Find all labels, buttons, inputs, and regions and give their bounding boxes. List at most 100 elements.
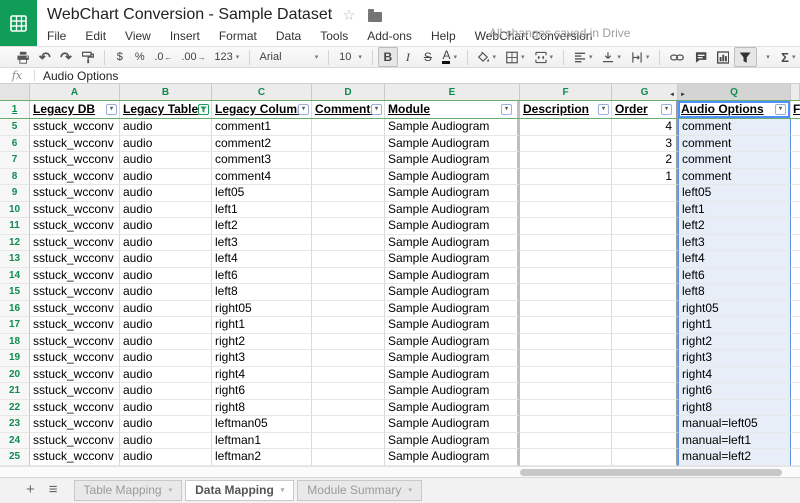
cell-description[interactable] <box>520 284 612 301</box>
cell-module[interactable]: Sample Audiogram <box>385 301 520 318</box>
cell-order[interactable] <box>612 416 678 433</box>
row-number[interactable]: 10 <box>0 202 30 219</box>
cell-audio-options[interactable]: right05 <box>678 301 791 318</box>
increase-decimal-button[interactable]: .00→ <box>177 47 210 67</box>
cell-partial[interactable] <box>791 433 800 450</box>
cell-legacy-db[interactable]: sstuck_wcconv <box>30 119 120 136</box>
cell-legacy-table[interactable]: audio <box>120 251 212 268</box>
formula-input[interactable]: Audio Options <box>35 69 800 83</box>
filter-dropdown-icon[interactable]: ▾ <box>775 104 786 115</box>
cell-description[interactable] <box>520 119 612 136</box>
cell-legacy-db[interactable]: sstuck_wcconv <box>30 350 120 367</box>
cell-comments[interactable] <box>312 202 385 219</box>
cell-legacy-db[interactable]: sstuck_wcconv <box>30 251 120 268</box>
cell-legacy-table[interactable]: audio <box>120 284 212 301</box>
cell-partial[interactable] <box>791 202 800 219</box>
cell-module[interactable]: Sample Audiogram <box>385 268 520 285</box>
cell-order[interactable] <box>612 284 678 301</box>
format-currency-button[interactable]: $ <box>110 47 130 67</box>
cell-partial[interactable] <box>791 119 800 136</box>
row-number[interactable]: 18 <box>0 334 30 351</box>
column-header-e[interactable]: E <box>385 84 520 100</box>
tab-module-summary[interactable]: Module Summary▾ <box>297 480 422 501</box>
cell-description[interactable] <box>520 152 612 169</box>
cell-description[interactable] <box>520 334 612 351</box>
cell-legacy-table[interactable]: audio <box>120 136 212 153</box>
cell-description[interactable] <box>520 367 612 384</box>
cell-order[interactable] <box>612 367 678 384</box>
star-icon[interactable]: ☆ <box>342 6 355 26</box>
row-number[interactable]: 24 <box>0 433 30 450</box>
strikethrough-button[interactable]: S <box>418 47 438 67</box>
functions-button[interactable]: Σ▾ <box>777 47 800 67</box>
row-number[interactable]: 23 <box>0 416 30 433</box>
cell-module[interactable]: Sample Audiogram <box>385 449 520 466</box>
cell-legacy-column[interactable]: right6 <box>212 383 312 400</box>
cell-legacy-table[interactable]: audio <box>120 367 212 384</box>
row-number[interactable]: 12 <box>0 235 30 252</box>
cell-legacy-column[interactable]: right2 <box>212 334 312 351</box>
cell-legacy-table[interactable]: audio <box>120 202 212 219</box>
filter-dropdown-icon[interactable]: ▾ <box>298 104 309 115</box>
cell-legacy-db[interactable]: sstuck_wcconv <box>30 400 120 417</box>
menu-item[interactable]: Insert <box>170 29 200 43</box>
cell-partial[interactable] <box>791 400 800 417</box>
cell-comments[interactable] <box>312 119 385 136</box>
cell-description[interactable] <box>520 136 612 153</box>
cell-module[interactable]: Sample Audiogram <box>385 367 520 384</box>
hidden-columns-left-icon[interactable]: ◄ <box>669 88 675 100</box>
cell-module[interactable]: Sample Audiogram <box>385 119 520 136</box>
cell-partial[interactable] <box>791 334 800 351</box>
select-all-corner[interactable] <box>0 84 30 100</box>
cell-legacy-db[interactable]: sstuck_wcconv <box>30 334 120 351</box>
cell-legacy-db[interactable]: sstuck_wcconv <box>30 367 120 384</box>
fill-color-button[interactable]: ▾ <box>473 47 501 67</box>
insert-chart-button[interactable] <box>712 47 734 67</box>
cell-legacy-table[interactable]: audio <box>120 350 212 367</box>
all-sheets-button[interactable]: ≡ <box>49 482 58 498</box>
cell-partial[interactable] <box>791 152 800 169</box>
cell-legacy-db[interactable]: sstuck_wcconv <box>30 136 120 153</box>
menu-item[interactable]: File <box>47 29 66 43</box>
cell-audio-options[interactable]: manual=left2 <box>678 449 791 466</box>
header-cell-legacy-table[interactable]: Legacy Table <box>120 101 212 118</box>
row-number[interactable]: 20 <box>0 367 30 384</box>
cell-comments[interactable] <box>312 433 385 450</box>
cell-description[interactable] <box>520 449 612 466</box>
row-number[interactable]: 8 <box>0 169 30 186</box>
cell-module[interactable]: Sample Audiogram <box>385 218 520 235</box>
cell-legacy-table[interactable]: audio <box>120 185 212 202</box>
cell-audio-options[interactable]: manual=left1 <box>678 433 791 450</box>
cell-legacy-table[interactable]: audio <box>120 383 212 400</box>
cell-legacy-column[interactable]: right1 <box>212 317 312 334</box>
cell-partial[interactable] <box>791 136 800 153</box>
cell-legacy-table[interactable]: audio <box>120 400 212 417</box>
insert-link-button[interactable] <box>665 47 689 67</box>
cell-description[interactable] <box>520 268 612 285</box>
hidden-columns-right-icon[interactable]: ► <box>680 88 686 100</box>
cell-legacy-column[interactable]: right3 <box>212 350 312 367</box>
cell-comments[interactable] <box>312 185 385 202</box>
column-header-q[interactable]: ►Q <box>678 84 791 100</box>
cell-order[interactable] <box>612 185 678 202</box>
cell-order[interactable] <box>612 383 678 400</box>
cell-module[interactable]: Sample Audiogram <box>385 400 520 417</box>
merge-cells-button[interactable]: ▾ <box>530 47 558 67</box>
cell-audio-options[interactable]: left1 <box>678 202 791 219</box>
borders-button[interactable]: ▾ <box>501 47 529 67</box>
cell-audio-options[interactable]: right8 <box>678 400 791 417</box>
folder-icon[interactable] <box>368 12 382 22</box>
cell-legacy-table[interactable]: audio <box>120 119 212 136</box>
cell-partial[interactable] <box>791 284 800 301</box>
cell-audio-options[interactable]: left3 <box>678 235 791 252</box>
cell-order[interactable] <box>612 400 678 417</box>
cell-comments[interactable] <box>312 416 385 433</box>
cell-order[interactable] <box>612 449 678 466</box>
font-family-select[interactable]: Arial▾ <box>255 47 324 67</box>
cell-legacy-table[interactable]: audio <box>120 169 212 186</box>
menu-item[interactable]: Data <box>276 29 301 43</box>
cell-audio-options[interactable]: comment <box>678 152 791 169</box>
cell-legacy-db[interactable]: sstuck_wcconv <box>30 235 120 252</box>
cell-legacy-table[interactable]: audio <box>120 235 212 252</box>
cell-partial[interactable] <box>791 383 800 400</box>
